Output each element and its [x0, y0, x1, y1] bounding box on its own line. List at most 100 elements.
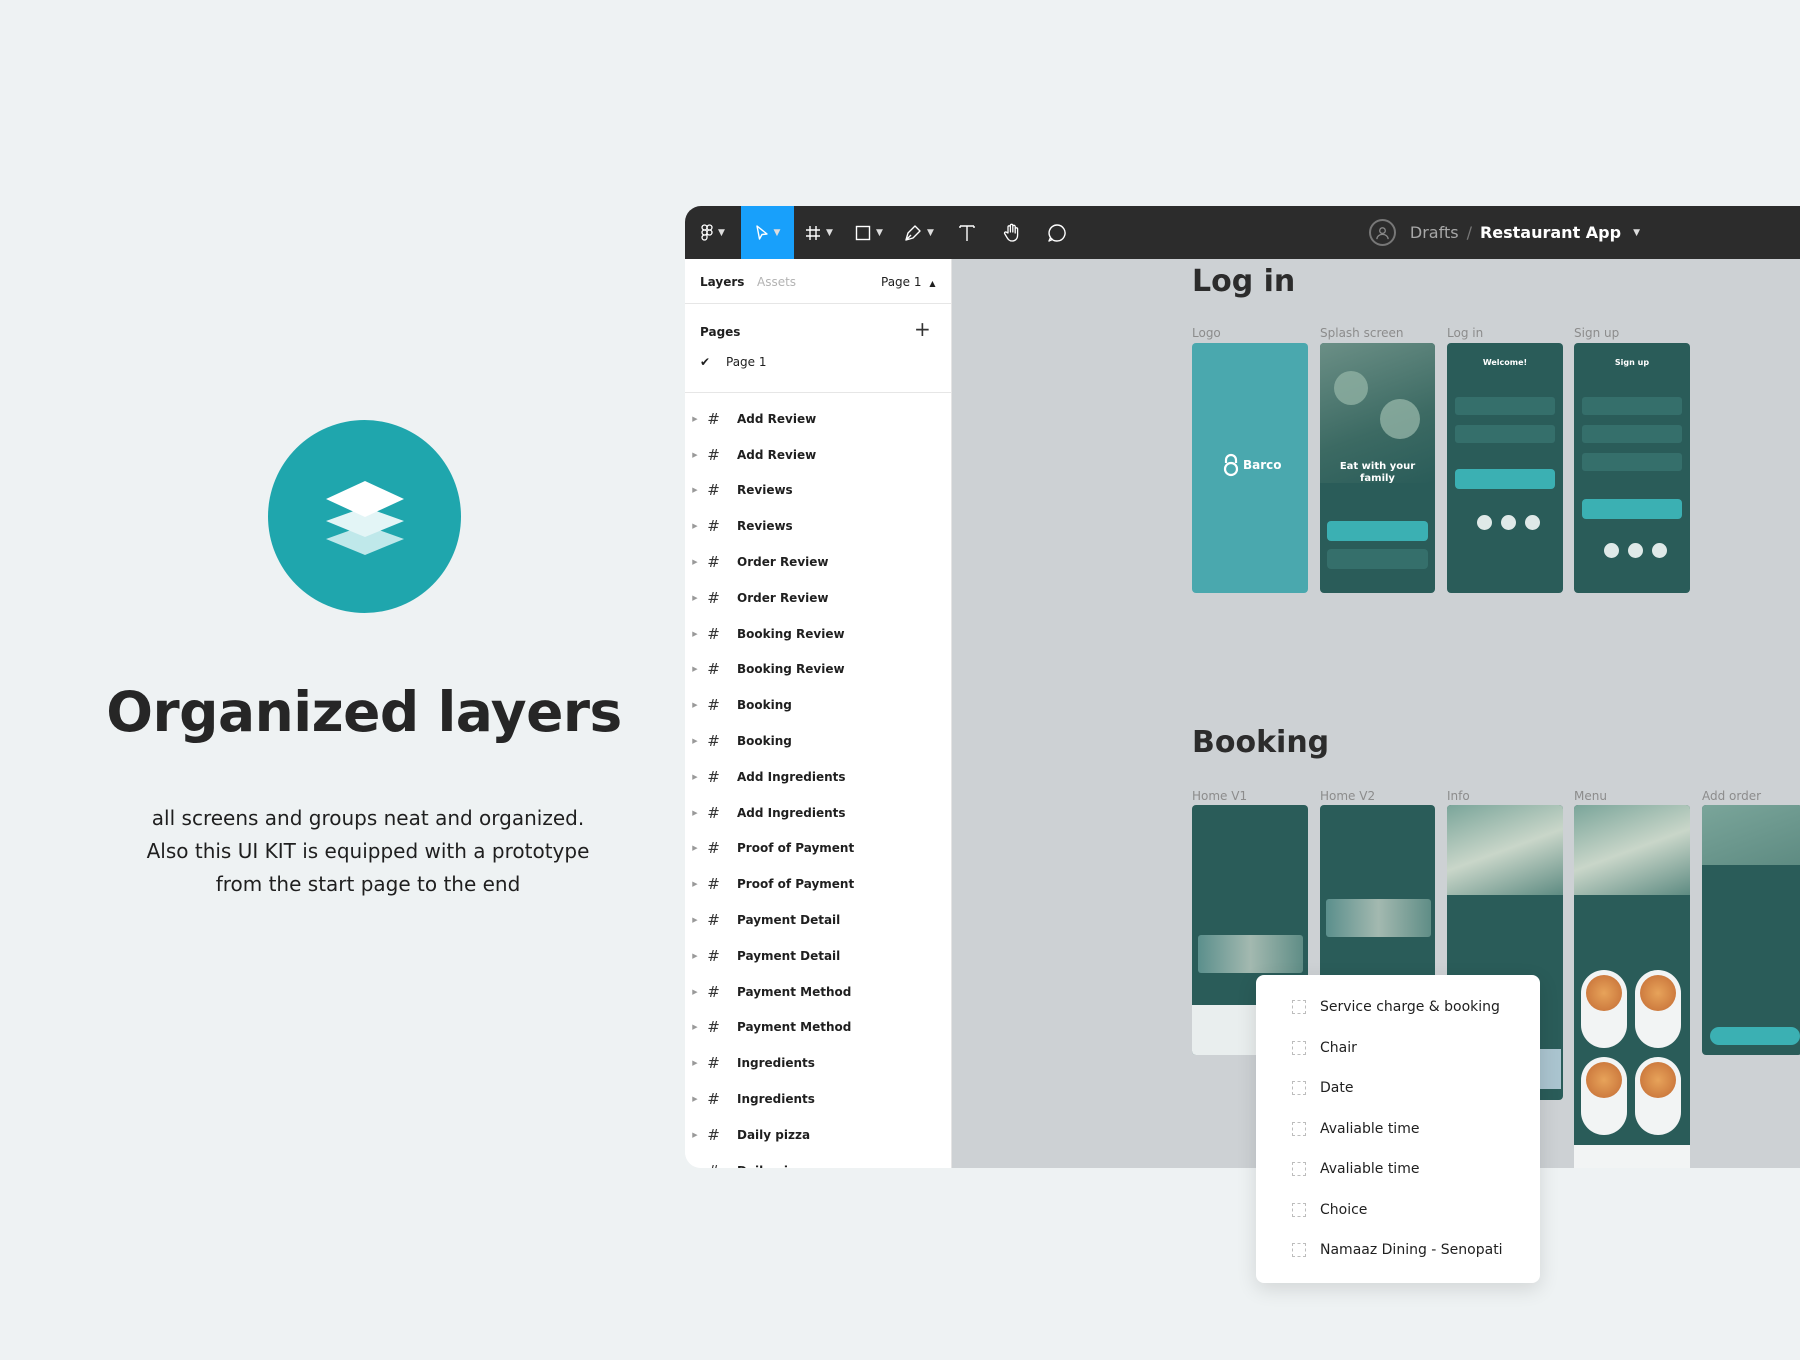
- expand-caret-icon[interactable]: ▶: [685, 916, 702, 924]
- shape-tool-button[interactable]: ▼: [844, 206, 894, 259]
- expand-caret-icon[interactable]: ▶: [685, 1023, 702, 1031]
- group-name: Avaliable time: [1320, 1161, 1420, 1178]
- user-avatar-icon[interactable]: [1368, 219, 1396, 246]
- layer-row[interactable]: ▶ # Payment Method: [685, 974, 951, 1010]
- expand-caret-icon[interactable]: ▶: [685, 988, 702, 996]
- frame-login[interactable]: Welcome!: [1447, 343, 1563, 593]
- chevron-down-icon[interactable]: ▼: [1633, 228, 1640, 238]
- expand-caret-icon[interactable]: ▶: [685, 844, 702, 852]
- text-tool-button[interactable]: [944, 206, 989, 259]
- chevron-down-icon: ▼: [718, 227, 725, 238]
- expand-caret-icon[interactable]: ▶: [685, 415, 702, 423]
- frame-add-order[interactable]: [1702, 805, 1800, 1055]
- layer-name: Booking Review: [737, 662, 845, 677]
- expand-caret-icon[interactable]: ▶: [685, 773, 702, 781]
- layer-row[interactable]: ▶ # Reviews: [685, 473, 951, 509]
- layer-row[interactable]: ▶#Daily pizza: [685, 1153, 951, 1168]
- expand-caret-icon[interactable]: ▶: [685, 701, 702, 709]
- frame-home-v2[interactable]: [1320, 805, 1435, 995]
- layer-row[interactable]: ▶ # Booking: [685, 723, 951, 759]
- page-list-item[interactable]: ✔ Page 1: [700, 355, 767, 369]
- file-breadcrumb[interactable]: Drafts / Restaurant App ▼: [1368, 206, 1640, 259]
- expand-caret-icon[interactable]: ▶: [685, 486, 702, 494]
- expand-caret-icon[interactable]: ▶: [685, 952, 702, 960]
- frame-label: Log in: [1447, 326, 1484, 340]
- frame-hash-icon: #: [707, 946, 720, 965]
- cursor-arrow-icon: [755, 224, 768, 240]
- group-list-item[interactable]: Choice: [1256, 1190, 1540, 1231]
- layer-row[interactable]: ▶ # Payment Method: [685, 1010, 951, 1046]
- expand-caret-icon[interactable]: ▶: [685, 558, 702, 566]
- page-selector-label: Page 1: [881, 275, 922, 289]
- layer-row[interactable]: ▶ # Order Review: [685, 544, 951, 580]
- expand-caret-icon[interactable]: ▶: [685, 809, 702, 817]
- page-name: Page 1: [726, 355, 767, 369]
- expand-caret-icon[interactable]: ▶: [685, 1131, 702, 1139]
- frame-hash-icon: #: [707, 588, 720, 607]
- facebook-icon: [1501, 515, 1516, 530]
- group-list-item[interactable]: Avaliable time: [1256, 1109, 1540, 1150]
- pen-tool-button[interactable]: ▼: [894, 206, 944, 259]
- group-list-item[interactable]: Namaaz Dining - Senopati: [1256, 1230, 1540, 1271]
- layer-row[interactable]: ▶ # Ingredients: [685, 1045, 951, 1081]
- layer-row[interactable]: ▶ # Add Review: [685, 437, 951, 473]
- apple-icon: [1652, 543, 1667, 558]
- expand-caret-icon[interactable]: ▶: [685, 1167, 702, 1168]
- expand-caret-icon[interactable]: ▶: [685, 665, 702, 673]
- frame-hash-icon: #: [707, 624, 720, 643]
- project-name[interactable]: Restaurant App: [1480, 223, 1621, 242]
- group-dashed-icon: [1292, 1202, 1306, 1217]
- expand-caret-icon[interactable]: ▶: [685, 1059, 702, 1067]
- layer-row[interactable]: ▶ # Booking: [685, 687, 951, 723]
- group-list-item[interactable]: Chair: [1256, 1028, 1540, 1069]
- layer-row[interactable]: ▶ # Reviews: [685, 508, 951, 544]
- brand-logo: Barco: [1222, 453, 1282, 477]
- frame-splash[interactable]: Eat with your family: [1320, 343, 1435, 593]
- main-menu-button[interactable]: ▼: [685, 206, 741, 259]
- layer-row[interactable]: ▶ # Add Review: [685, 401, 951, 437]
- expand-caret-icon[interactable]: ▶: [685, 1095, 702, 1103]
- drafts-link[interactable]: Drafts: [1410, 223, 1459, 242]
- frame-logo[interactable]: Barco: [1192, 343, 1308, 593]
- layer-row[interactable]: ▶ # Order Review: [685, 580, 951, 616]
- layer-row[interactable]: ▶ # Add Ingredients: [685, 795, 951, 831]
- frame-hash-icon: #: [707, 1125, 720, 1144]
- rectangle-icon: [855, 225, 871, 240]
- layer-row[interactable]: ▶ # Ingredients: [685, 1081, 951, 1117]
- layer-name: Add Review: [737, 447, 817, 462]
- restaurant-photo: [1574, 805, 1690, 895]
- layer-row[interactable]: ▶ # Payment Detail: [685, 902, 951, 938]
- layer-row[interactable]: ▶ # Proof of Payment: [685, 831, 951, 867]
- hand-tool-button[interactable]: [989, 206, 1034, 259]
- comment-tool-button[interactable]: [1034, 206, 1079, 259]
- layer-row[interactable]: ▶ # Payment Detail: [685, 938, 951, 974]
- expand-caret-icon[interactable]: ▶: [685, 630, 702, 638]
- layer-row[interactable]: ▶ # Proof of Payment: [685, 866, 951, 902]
- layer-row[interactable]: ▶ # Booking Review: [685, 616, 951, 652]
- frame-tool-button[interactable]: ▼: [794, 206, 844, 259]
- layer-row[interactable]: ▶ # Booking Review: [685, 652, 951, 688]
- layer-row[interactable]: ▶#Daily pizza: [685, 1117, 951, 1153]
- tab-layers[interactable]: Layers: [700, 275, 744, 289]
- expand-caret-icon[interactable]: ▶: [685, 594, 702, 602]
- tab-assets[interactable]: Assets: [757, 275, 796, 289]
- group-name: Avaliable time: [1320, 1120, 1420, 1137]
- page-selector[interactable]: Page 1 ▲: [881, 275, 935, 289]
- figma-window: ▼ ▼ ▼ ▼ ▼ Drafts / Restaurant App ▼ Laye…: [685, 206, 1800, 1168]
- move-tool-button[interactable]: ▼: [741, 206, 794, 259]
- expand-caret-icon[interactable]: ▶: [685, 880, 702, 888]
- add-page-plus-icon[interactable]: +: [914, 317, 931, 341]
- frame-signup[interactable]: Sign up: [1574, 343, 1690, 593]
- pen-icon: [905, 224, 921, 241]
- hero-description-line: Also this UI KIT is equipped with a prot…: [146, 839, 590, 863]
- expand-caret-icon[interactable]: ▶: [685, 522, 702, 530]
- frame-menu[interactable]: [1574, 805, 1690, 1168]
- layer-name: Booking Review: [737, 626, 845, 641]
- group-list-item[interactable]: Avaliable time: [1256, 1149, 1540, 1190]
- expand-caret-icon[interactable]: ▶: [685, 451, 702, 459]
- group-list-item[interactable]: Service charge & booking: [1256, 987, 1540, 1028]
- input-shape: [1455, 397, 1555, 415]
- expand-caret-icon[interactable]: ▶: [685, 737, 702, 745]
- layer-row[interactable]: ▶ # Add Ingredients: [685, 759, 951, 795]
- group-list-item[interactable]: Date: [1256, 1068, 1540, 1109]
